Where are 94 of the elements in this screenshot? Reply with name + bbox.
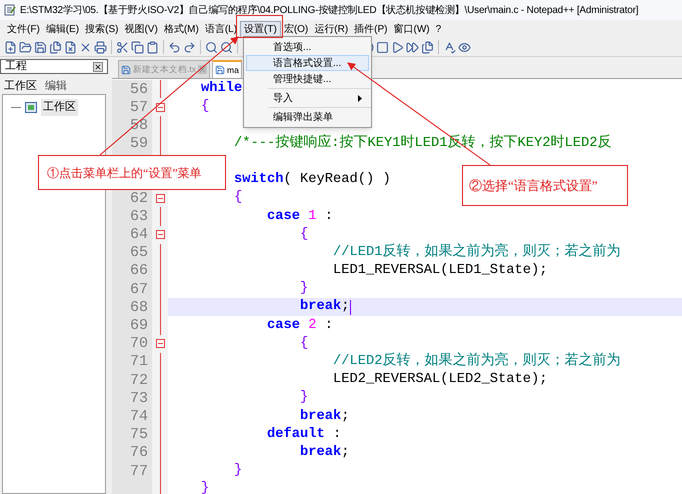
code-line: //LED1反转，如果之前为亮，则灭；若之前为 [332,246,621,260]
line-number: 74 [130,408,148,424]
code-line: } [233,464,242,478]
line-number: 67 [130,282,148,297]
callout-text: ①点击菜单栏上的“设置”菜单 [47,164,202,182]
line-number: 69 [130,318,148,334]
toolbar-icon[interactable] [49,40,62,54]
panel-tab[interactable]: 工作区 [4,78,37,94]
line-number: 64 [130,227,148,242]
code-line: while [200,82,242,96]
toolbar-icon[interactable] [146,40,159,54]
toolbar-icon[interactable] [421,40,434,54]
code-line: { [299,336,308,351]
code-line: default : [266,428,342,442]
toolbar-icon[interactable] [94,40,107,54]
menu-item[interactable]: 格式(M) [160,20,202,38]
fold-marker[interactable] [156,102,164,112]
code-line: break; [299,410,350,424]
menu-item[interactable]: 设置(T) [240,20,281,38]
tree-item[interactable]: 工作区 [41,99,78,116]
toolbar-icon[interactable] [116,40,129,54]
code-line: { [299,228,308,242]
dropdown-item[interactable]: 首选项... [246,39,369,55]
code-line: { [200,100,210,114]
code-line: LED1_REVERSAL(LED1_State); [332,264,548,278]
toolbar-icon[interactable] [168,40,181,54]
toolbar-icon[interactable] [34,40,47,54]
window-title: E:\STM32学习\05.【基于野火ISO-V2】自己编写的程序\04.POLLING-按键控制LED【状态机按键检测】\User\main.c - Notepad++ [Administrator] [20,4,638,18]
code-line: break; [299,300,350,314]
editor-tab[interactable]: ma [212,60,242,78]
callout-text: ②选择“语言格式设置” [469,176,598,195]
notepad-icon [4,4,16,16]
menu-item[interactable]: 文件(F) [4,20,43,38]
toolbar-icon[interactable] [376,40,389,54]
line-number: 70 [130,336,148,352]
toolbar-icon[interactable] [131,40,144,54]
line-number: 68 [130,300,148,315]
menu-item[interactable]: 插件(P) [351,20,391,38]
menu-item[interactable]: 搜索(S) [82,20,122,38]
code-line: } [299,282,308,296]
code-line: } [299,391,308,406]
fold-marker[interactable] [156,230,164,240]
code-line: break; [299,446,350,460]
line-number: 65 [130,245,148,260]
toolbar-icon[interactable] [19,40,32,54]
toolbar-icon[interactable] [443,40,456,54]
line-number: 62 [130,190,148,206]
toolbar-icon[interactable] [220,40,233,54]
toolbar-icon[interactable] [205,40,218,54]
line-number: 75 [130,427,148,442]
code-line: switch( KeyRead() ) [233,173,391,187]
menu-item[interactable]: 宏(O) [280,20,312,38]
dropdown-item[interactable]: 编辑弹出菜单 [246,109,369,125]
code-line: { [233,191,242,206]
toolbar-icon[interactable] [4,40,17,54]
line-number: 71 [130,354,148,370]
toolbar-icon[interactable] [79,40,92,54]
dropdown-item[interactable]: 管理快捷键... [246,71,369,87]
panel-tab[interactable]: 编辑 [45,78,67,94]
code-line: } [200,482,210,494]
code-line: case 2 : [266,318,334,332]
file-icon [121,64,131,74]
line-number: 73 [130,390,148,406]
toolbar-icon[interactable] [406,40,419,54]
fold-marker[interactable] [156,194,164,203]
line-number: 59 [130,136,148,152]
close-icon[interactable] [93,62,103,72]
line-number: 57 [130,100,148,115]
panel-title: 工程 [5,59,27,74]
toolbar-icon[interactable] [64,40,77,54]
dropdown-item[interactable]: 导入 [246,90,369,106]
text-cursor [350,300,351,315]
line-number: 76 [130,445,148,460]
menu-item[interactable]: ? [432,20,444,38]
dropdown-item[interactable]: 语言格式设置... [246,55,369,71]
file-icon [214,65,225,75]
line-number: 63 [130,208,148,224]
menu-item[interactable]: 编辑(E) [42,20,82,38]
line-number: 56 [130,82,148,97]
line-number: 66 [130,263,148,278]
fold-marker[interactable] [156,339,164,348]
menu-item[interactable]: 运行(R) [311,20,352,38]
line-number: 77 [130,464,148,479]
code-line: /*---按键响应:按下KEY1时LED1反转，按下KEY2时LED2反 [233,136,612,151]
code-line: LED2_REVERSAL(LED2_State); [332,373,548,387]
code-line: case 1 : [266,210,334,224]
toolbar-icon[interactable] [391,40,404,54]
menu-item[interactable]: 窗口(W) [390,20,433,38]
toolbar-icon[interactable] [183,40,196,54]
highlight-frame [236,15,283,38]
menu-item[interactable]: 视图(V) [121,20,161,38]
line-number: 72 [130,372,148,388]
workspace-icon [25,102,37,113]
toolbar-icon[interactable] [458,40,471,54]
